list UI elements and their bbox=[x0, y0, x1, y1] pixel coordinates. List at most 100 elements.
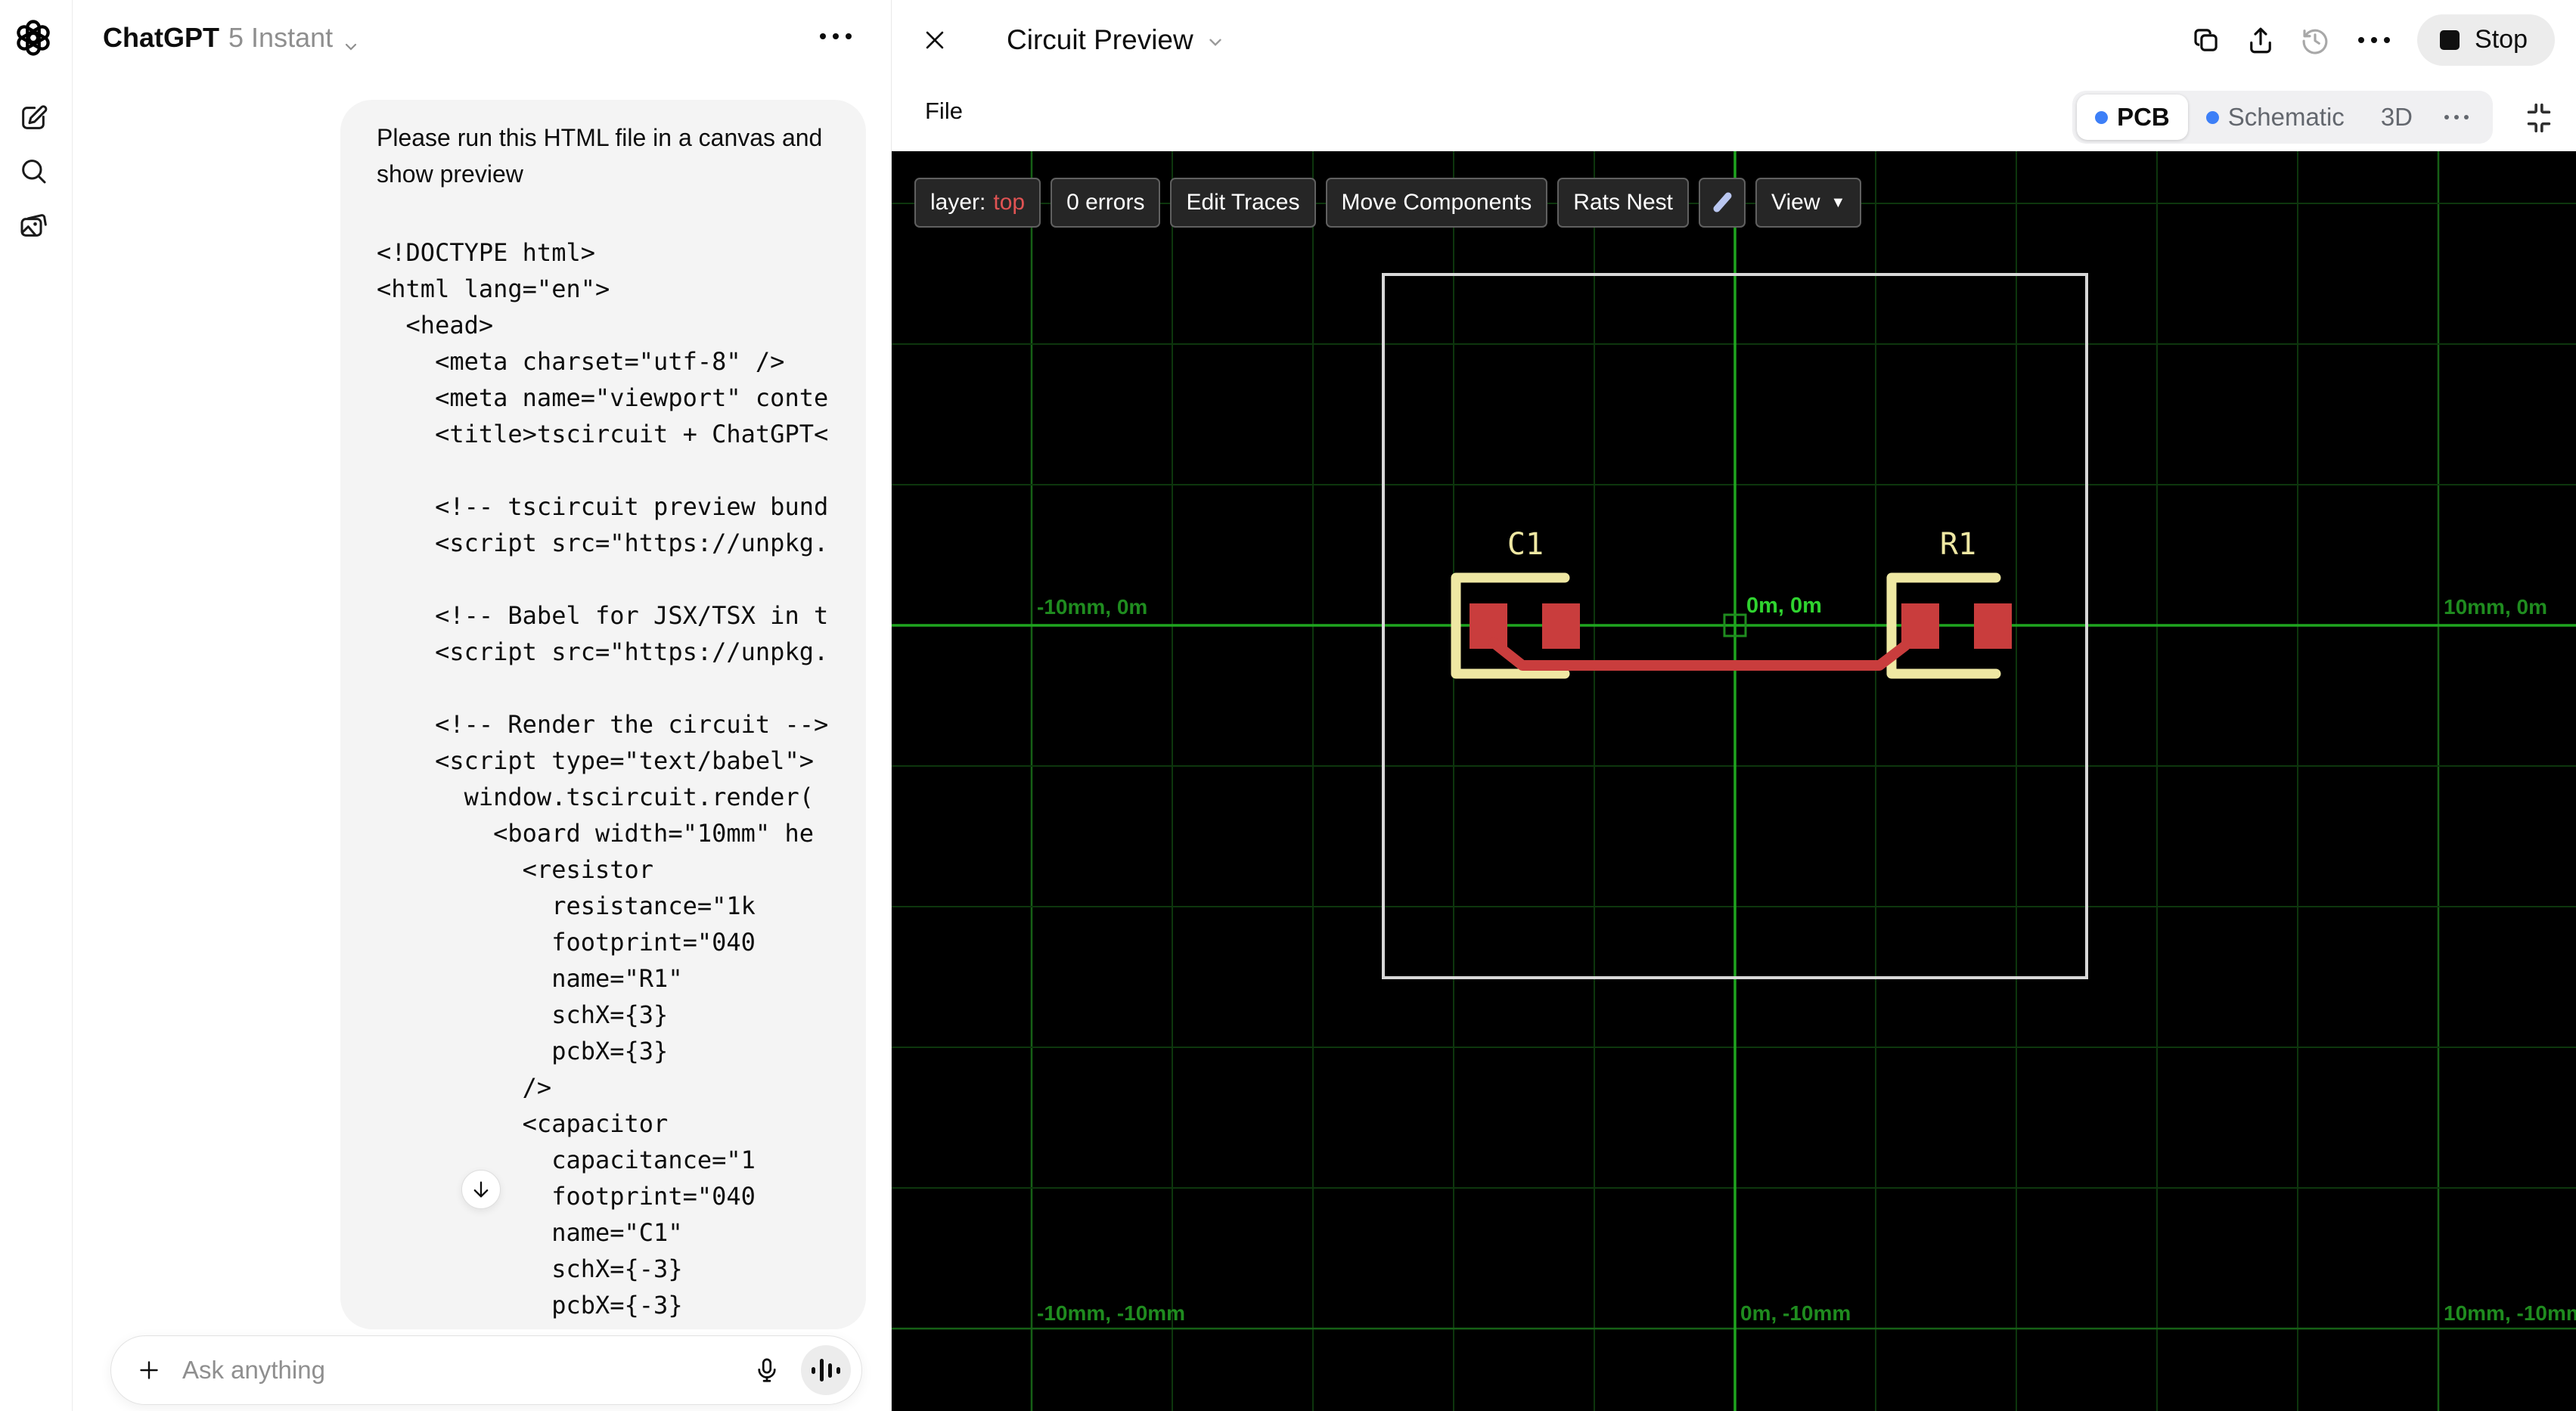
new-chat-icon[interactable] bbox=[18, 103, 48, 133]
app-title: ChatGPT bbox=[103, 22, 220, 53]
layer-value: top bbox=[993, 190, 1026, 215]
view-label: View bbox=[1771, 190, 1820, 215]
more-options-icon[interactable] bbox=[2358, 36, 2391, 43]
chat-input[interactable] bbox=[182, 1356, 753, 1385]
layer-selector-button[interactable]: layer: top bbox=[914, 178, 1041, 228]
tab-pcb[interactable]: PCB bbox=[2077, 95, 2188, 140]
close-icon[interactable] bbox=[922, 27, 948, 53]
composer bbox=[110, 1335, 862, 1405]
voice-mode-button[interactable] bbox=[801, 1345, 851, 1395]
tab-schematic[interactable]: Schematic bbox=[2188, 91, 2363, 144]
grid-label-right-bottom: 10mm, -10mm bbox=[2444, 1301, 2576, 1325]
code-line: pcbX={-3} bbox=[377, 1291, 683, 1320]
code-line: <script type="text/babel"> bbox=[377, 746, 814, 775]
message-text: Please run this HTML file in a canvas an… bbox=[377, 119, 830, 192]
file-menu[interactable]: File bbox=[925, 98, 963, 125]
errors-label: 0 errors bbox=[1066, 190, 1145, 215]
code-line: <board width="10mm" he bbox=[377, 819, 814, 848]
canvas-title: Circuit Preview bbox=[1007, 23, 1193, 55]
component-r1[interactable]: R1 bbox=[1886, 527, 2012, 679]
chat-panel: ChatGPT 5 Instant Please run this HTML f… bbox=[73, 0, 891, 1411]
r1-label: R1 bbox=[1940, 527, 1976, 562]
code-line: name="R1" bbox=[377, 964, 683, 993]
tab-3d-label: 3D bbox=[2380, 103, 2413, 131]
attach-plus-icon[interactable] bbox=[135, 1357, 163, 1384]
code-line: <title>tscircuit + ChatGPT</ti bbox=[377, 420, 830, 448]
layer-label: layer: bbox=[930, 190, 986, 215]
blue-dot-icon bbox=[2205, 110, 2219, 124]
waveform-icon bbox=[812, 1366, 815, 1374]
pcb-canvas[interactable]: C1 R1 0m, 0m -10mm, 0m 10mm, 0m -10mm, -… bbox=[892, 151, 2576, 1411]
grid bbox=[892, 151, 2576, 1411]
grid-label-center-bottom: 0m, -10mm bbox=[1740, 1301, 1851, 1325]
code-line: <!-- Babel for JSX/TSX in the bbox=[377, 601, 830, 630]
chat-options-icon[interactable] bbox=[820, 33, 852, 39]
code-line: schX={3} bbox=[377, 1000, 669, 1029]
rats-nest-button[interactable]: Rats Nest bbox=[1557, 178, 1690, 228]
move-components-label: Move Components bbox=[1341, 190, 1532, 215]
message-line: Please run this HTML file in a canvas an… bbox=[377, 124, 823, 151]
search-icon[interactable] bbox=[18, 156, 48, 186]
code-line: <capacitor bbox=[377, 1109, 669, 1138]
message-code-block: <!DOCTYPE html> <html lang="en"> <head> <… bbox=[377, 234, 830, 1329]
code-line: name="C1" bbox=[377, 1218, 683, 1247]
code-line: <!-- Render the circuit --> bbox=[377, 710, 829, 739]
code-line: <meta name="viewport" content= bbox=[377, 383, 830, 412]
code-line: schX={-3} bbox=[377, 1254, 683, 1283]
copy-icon[interactable] bbox=[2190, 24, 2222, 56]
collapse-icon[interactable] bbox=[2522, 101, 2556, 135]
chevron-down-icon bbox=[342, 31, 360, 51]
grid-label-right-mid: 10mm, 0m bbox=[2444, 595, 2547, 619]
microphone-icon[interactable] bbox=[753, 1356, 781, 1385]
caret-down-icon: ▼ bbox=[1830, 194, 1846, 211]
tab-pcb-label: PCB bbox=[2117, 103, 2170, 131]
pencil-tool-button[interactable] bbox=[1699, 178, 1746, 228]
canvas-panel: Circuit Preview Stop File PCB Schematic … bbox=[891, 0, 2576, 1411]
component-c1[interactable]: C1 bbox=[1451, 527, 1580, 679]
grid-label-left-bottom: -10mm, -10mm bbox=[1037, 1301, 1185, 1325]
code-line: pcbX={3} bbox=[377, 1037, 669, 1065]
tab-schematic-label: Schematic bbox=[2227, 103, 2345, 131]
origin-coordinate-label: 0m, 0m bbox=[1746, 594, 1822, 618]
edit-traces-button[interactable]: Edit Traces bbox=[1170, 178, 1316, 228]
tabs-overflow-icon[interactable] bbox=[2431, 115, 2482, 119]
code-line: <script src="https://unpkg.com bbox=[377, 637, 830, 666]
share-icon[interactable] bbox=[2245, 24, 2277, 56]
c1-pad-1 bbox=[1470, 603, 1507, 649]
stop-button[interactable]: Stop bbox=[2417, 14, 2555, 66]
grid-label-left-mid: -10mm, 0m bbox=[1037, 595, 1147, 619]
user-message-bubble: Please run this HTML file in a canvas an… bbox=[340, 100, 866, 1329]
model-selector[interactable]: ChatGPT 5 Instant bbox=[103, 22, 360, 54]
tab-3d[interactable]: 3D bbox=[2363, 91, 2431, 144]
chat-header: ChatGPT 5 Instant bbox=[73, 0, 891, 76]
down-arrow-icon bbox=[473, 1181, 489, 1198]
pencil-icon bbox=[1713, 192, 1732, 212]
message-line: show preview bbox=[377, 160, 523, 188]
r1-pad-2 bbox=[1974, 603, 2012, 649]
canvas-title-menu[interactable]: Circuit Preview bbox=[1007, 24, 1225, 56]
canvas-actions: Stop bbox=[2190, 0, 2555, 79]
blue-dot-icon bbox=[2095, 110, 2109, 124]
chatgpt-logo-icon[interactable] bbox=[15, 20, 51, 56]
c1-label: C1 bbox=[1507, 527, 1544, 562]
c1-pad-2 bbox=[1542, 603, 1580, 649]
history-icon[interactable] bbox=[2299, 24, 2331, 56]
mini-sidebar bbox=[0, 0, 73, 1411]
code-line: <!DOCTYPE html> bbox=[377, 238, 595, 267]
stop-square-icon bbox=[2440, 29, 2460, 50]
code-line: <script src="https://unpkg.com bbox=[377, 529, 830, 557]
move-components-button[interactable]: Move Components bbox=[1325, 178, 1548, 228]
view-menu-button[interactable]: View ▼ bbox=[1755, 178, 1862, 228]
code-line: <head> bbox=[377, 311, 494, 340]
code-line: /> bbox=[377, 1073, 552, 1102]
library-icon[interactable] bbox=[18, 210, 48, 240]
code-line: <meta charset="utf-8" /> bbox=[377, 347, 785, 376]
scroll-to-bottom-button[interactable] bbox=[461, 1170, 501, 1209]
code-line: window.tscircuit.render( bbox=[377, 783, 814, 811]
errors-button[interactable]: 0 errors bbox=[1051, 178, 1161, 228]
code-line: /> bbox=[377, 1323, 830, 1329]
code-line: <!-- tscircuit preview bundle bbox=[377, 492, 830, 521]
